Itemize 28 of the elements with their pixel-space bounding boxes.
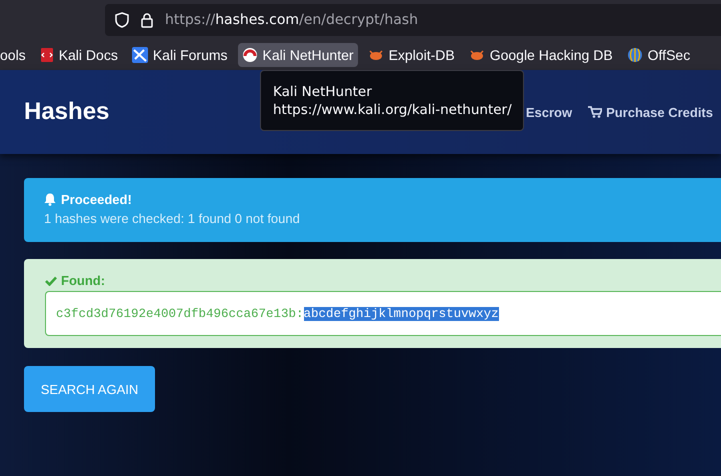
bookmark[interactable]: Google Hacking DB (464, 43, 617, 67)
bookmark[interactable]: Kali NetHunter (238, 43, 358, 67)
bookmark[interactable]: Exploit-DB (364, 43, 459, 67)
tooltip-title: Kali NetHunter (273, 82, 373, 100)
cart-icon (588, 106, 602, 118)
bookmark[interactable]: Kali Docs (36, 43, 122, 67)
address-bar[interactable]: https://hashes.com/en/decrypt/hash (105, 4, 721, 36)
nav-link[interactable]: Purchase Credits (588, 104, 713, 120)
nethunter-icon (242, 47, 258, 63)
checkmark-icon (45, 276, 57, 286)
nav-link[interactable]: Escrow (526, 104, 572, 120)
bookmark[interactable]: Kali Forums (128, 43, 232, 67)
bookmark[interactable]: ools (0, 43, 30, 67)
globe-icon (626, 47, 643, 63)
url-text: https://hashes.com/en/decrypt/hash (165, 12, 418, 28)
alert-title: Proceeded! (61, 192, 132, 207)
bug-icon (468, 48, 485, 62)
bug-icon (368, 48, 384, 62)
found-label: Found: (61, 273, 106, 288)
shield-icon (115, 12, 129, 28)
bell-icon (44, 193, 56, 206)
lock-icon (141, 12, 153, 28)
document-icon (40, 47, 54, 63)
bookmark[interactable]: OffSec (622, 43, 694, 67)
site-logo-text[interactable]: Hashes (24, 98, 110, 126)
alert-message: 1 hashes were checked: 1 found 0 not found (44, 211, 301, 226)
tooltip-url: https://www.kali.org/kali-nethunter/ (273, 100, 513, 118)
result-field[interactable]: c3fcd3d76192e4007dfb496cca67e13b:abcdefghijklmnopqrstuvwxyz (45, 291, 721, 336)
